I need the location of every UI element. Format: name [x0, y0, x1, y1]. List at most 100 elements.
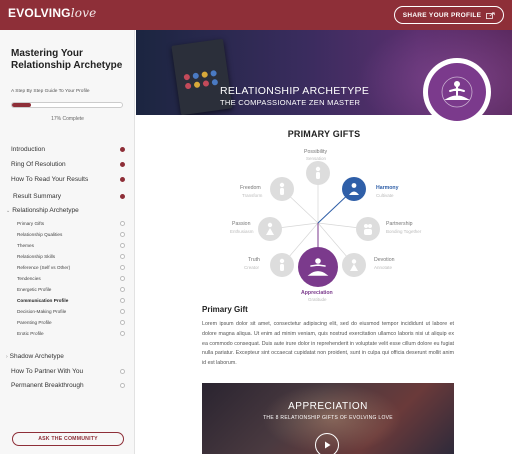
status-dot — [120, 369, 125, 374]
share-profile-button[interactable]: SHARE YOUR PROFILE — [394, 6, 504, 24]
badge-inner — [428, 63, 486, 121]
gift-title: Freedom — [240, 185, 261, 191]
sidebar-item-label: How To Partner With You — [11, 368, 84, 375]
sidebar-item-label: Tendencies — [17, 276, 41, 281]
status-dot — [120, 287, 125, 292]
sidebar-subitem-decision-making-profile[interactable]: Decision-Making Profile — [17, 307, 125, 316]
status-dot — [120, 162, 125, 167]
sidebar-subitem-communication-profile[interactable]: Communication Profile — [17, 296, 125, 305]
gift-node-possibility[interactable] — [306, 161, 330, 185]
gift-title: Partnership — [386, 221, 413, 227]
gift-title: Possibility — [304, 149, 328, 155]
progress-text: 17% Complete — [51, 116, 84, 122]
sidebar-subitem-erotic-profile[interactable]: Erotic Profile — [17, 329, 125, 338]
status-dot — [120, 298, 125, 303]
ask-community-button[interactable]: ASK THE COMMUNITY — [12, 432, 124, 446]
status-dot — [120, 243, 125, 248]
sidebar-title: Mastering Your Relationship Archetype — [11, 48, 123, 71]
sidebar-subitem-themes[interactable]: Themes — [17, 241, 125, 250]
sidebar-item-permanent-breakthrough[interactable]: Permanent Breakthrough — [11, 381, 125, 390]
person-icon — [350, 259, 358, 271]
logo[interactable]: EVOLVINGlove — [8, 6, 96, 20]
sidebar-item-label: Shadow Archetype — [9, 353, 64, 360]
person-icon — [279, 182, 285, 195]
gift-node-freedom[interactable] — [270, 177, 294, 201]
status-dot — [120, 221, 125, 226]
status-dot — [120, 309, 125, 314]
gift-title: Passion — [232, 221, 251, 227]
share-profile-label: SHARE YOUR PROFILE — [402, 11, 482, 19]
sidebar-subitem-primary-gifts[interactable]: Primary Gifts — [17, 219, 125, 228]
play-icon — [325, 441, 331, 449]
sidebar-subitem-relationship-skills[interactable]: Relationship Skills — [17, 252, 125, 261]
sidebar-item-relationship-archetype[interactable]: ⌄ Relationship Archetype — [6, 206, 125, 215]
sidebar-item-label: How To Read Your Results — [11, 176, 89, 183]
sidebar-subitem-parenting-profile[interactable]: Parenting Profile — [17, 318, 125, 327]
sidebar-subitem-tendencies[interactable]: Tendencies — [17, 274, 125, 283]
progress-bar — [11, 102, 123, 108]
gift-sub: Bonding Together — [386, 229, 422, 234]
sidebar-subitem-reference[interactable]: Reference (Self vs Other) — [17, 263, 125, 272]
chevron-right-icon: › — [6, 353, 8, 360]
person-icon — [266, 222, 274, 235]
sidebar-item-label: Reference (Self vs Other) — [17, 265, 71, 270]
sidebar-item-label: Decision-Making Profile — [17, 309, 67, 314]
status-dot — [120, 254, 125, 259]
status-dot — [120, 265, 125, 270]
sidebar-item-how-to-partner[interactable]: How To Partner With You — [11, 367, 125, 376]
play-button[interactable] — [315, 433, 339, 454]
people-icon — [364, 224, 372, 235]
sidebar-item-result-summary[interactable]: Result Summary — [13, 192, 125, 201]
sidebar-item-introduction[interactable]: Introduction — [11, 145, 125, 154]
sidebar-item-label: Permanent Breakthrough — [11, 382, 84, 389]
gift-node-partnership[interactable] — [356, 217, 380, 241]
hero-subtitle: THE COMPASSIONATE ZEN MASTER — [220, 98, 361, 107]
sidebar-item-label: Communication Profile — [17, 298, 69, 303]
primary-gift-heading: Primary Gift — [202, 305, 248, 314]
sidebar-item-shadow-archetype[interactable]: › Shadow Archetype — [6, 352, 125, 361]
chevron-down-icon: ⌄ — [6, 207, 11, 214]
status-dot — [120, 194, 125, 199]
person-icon — [279, 258, 285, 271]
sidebar-item-ring-of-resolution[interactable]: Ring Of Resolution — [11, 160, 125, 169]
gift-node-harmony[interactable] — [342, 177, 366, 201]
sidebar-item-label: Energetic Profile — [17, 287, 52, 292]
video-title: APPRECIATION — [288, 401, 368, 412]
gift-node-appreciation[interactable] — [298, 247, 338, 287]
sidebar-subitem-relationship-qualities[interactable]: Relationship Qualities — [17, 230, 125, 239]
status-dot — [120, 320, 125, 325]
video-card[interactable]: APPRECIATION THE 8 RELATIONSHIP GIFTS OF… — [202, 383, 454, 454]
sidebar-subtitle: A Step By Step Guide To Your Profile — [11, 89, 90, 94]
archetype-badge — [423, 58, 491, 126]
person-icon — [315, 166, 321, 179]
logo-text: EVOLVING — [8, 6, 71, 20]
gift-title: Truth — [248, 257, 260, 263]
meditating-figure-icon — [307, 258, 329, 276]
gift-sub: Cultivate — [376, 193, 394, 198]
gift-sub: Creator — [244, 265, 260, 270]
sidebar-item-label: Parenting Profile — [17, 320, 52, 325]
gift-sub: Sensation — [306, 156, 327, 161]
status-dot — [120, 331, 125, 336]
progress-fill — [12, 103, 31, 107]
sidebar-item-label: Relationship Archetype — [12, 207, 79, 214]
top-bar: EVOLVINGlove SHARE YOUR PROFILE — [0, 0, 512, 30]
gift-node-passion[interactable] — [258, 217, 282, 241]
status-dot — [120, 383, 125, 388]
sidebar-item-how-to-read[interactable]: How To Read Your Results — [11, 175, 125, 184]
status-dot — [120, 232, 125, 237]
gift-title: Harmony — [376, 185, 399, 191]
video-subtitle: THE 8 RELATIONSHIP GIFTS OF EVOLVING LOV… — [263, 415, 393, 421]
sidebar-item-label: Introduction — [11, 146, 45, 153]
gift-title: Devotion — [374, 257, 395, 263]
gift-node-devotion[interactable] — [342, 253, 366, 277]
gift-sub: Transform — [242, 193, 263, 198]
sidebar-item-label: Erotic Profile — [17, 331, 44, 336]
primary-gift-body: Lorem ipsum dolor sit amet, consectetur … — [202, 321, 454, 367]
primary-gifts-heading: PRIMARY GIFTS — [287, 129, 361, 139]
gift-node-truth[interactable] — [270, 253, 294, 277]
sidebar-subitem-energetic-profile[interactable]: Energetic Profile — [17, 285, 125, 294]
sidebar-item-label: Relationship Qualities — [17, 232, 63, 237]
share-icon — [486, 12, 495, 19]
sidebar: Mastering Your Relationship Archetype A … — [0, 30, 135, 454]
